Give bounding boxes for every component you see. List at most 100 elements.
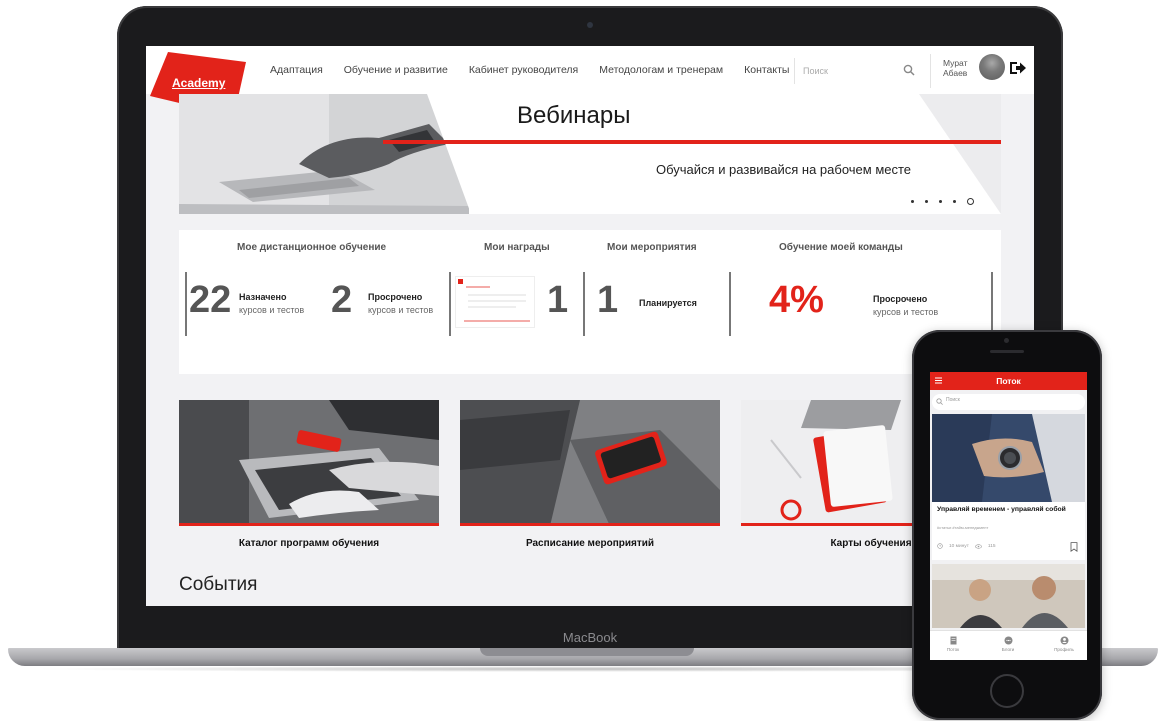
- user-first-name: Мурат: [943, 58, 968, 68]
- chat-icon: [1004, 636, 1012, 645]
- carousel-dot-5-active[interactable]: [967, 198, 974, 205]
- avatar[interactable]: [979, 54, 1005, 80]
- nav-item-contacts[interactable]: Контакты: [744, 64, 789, 76]
- certificate-thumbnail[interactable]: [455, 276, 535, 328]
- phone-search-field[interactable]: Поиск: [932, 394, 1085, 410]
- carousel-dots: [911, 198, 974, 205]
- awards-count[interactable]: 1: [547, 280, 568, 320]
- hero-subtitle: Обучайся и развивайся на рабочем месте: [656, 162, 912, 177]
- tile-catalog-caption[interactable]: Каталог программ обучения: [179, 538, 439, 549]
- nav-item-learning[interactable]: Обучение и развитие: [344, 64, 448, 76]
- feed-card-duration: 10 минут: [949, 543, 969, 549]
- tile-catalog[interactable]: [179, 400, 439, 526]
- phone-home-button[interactable]: [990, 674, 1024, 708]
- hero-accent-line: [383, 140, 1001, 144]
- divider: [729, 272, 731, 336]
- search-input[interactable]: [803, 62, 895, 80]
- assigned-sub: курсов и тестов: [239, 305, 305, 315]
- phone-feed-card[interactable]: Управляй временем - управляй собой #стат…: [932, 414, 1085, 560]
- carousel-dot-4[interactable]: [953, 200, 956, 203]
- overdue-label: Просрочено: [368, 292, 423, 302]
- catalog-photo: [179, 400, 439, 526]
- feed-card-image: [932, 414, 1085, 502]
- phone-tab-profile[interactable]: Профиль: [1044, 636, 1084, 652]
- events-section-title: События: [179, 574, 258, 595]
- certificate-icon: [458, 279, 530, 322]
- phone-tab-bar: Поток Блоги Профиль: [930, 630, 1087, 660]
- tile-schedule[interactable]: [460, 400, 720, 526]
- carousel-dot-3[interactable]: [939, 200, 942, 203]
- phone-camera: [1004, 338, 1009, 343]
- phone-tab-feed-label: Поток: [946, 647, 960, 652]
- phone-app-header: Поток: [930, 372, 1087, 390]
- bookmark-icon[interactable]: [1070, 542, 1078, 552]
- feed-card-meta: 10 минут 115: [937, 543, 996, 549]
- hero-photo-cut: [427, 94, 471, 214]
- eye-icon: [975, 543, 982, 549]
- events-heading[interactable]: Мои мероприятия: [607, 242, 697, 253]
- nav-item-methodologists[interactable]: Методологам и тренерам: [599, 64, 723, 76]
- nav-item-adaptation[interactable]: Адаптация: [270, 64, 323, 76]
- team-overdue-label: Просрочено: [873, 294, 928, 304]
- main-menu: Адаптация Обучение и развитие Кабинет ру…: [270, 64, 810, 76]
- top-navigation: Academy Адаптация Обучение и развитие Ка…: [146, 46, 1034, 116]
- awards-heading[interactable]: Мои награды: [484, 242, 550, 253]
- phone-feed-card-2[interactable]: [932, 564, 1085, 628]
- tile-schedule-caption[interactable]: Расписание мероприятий: [460, 538, 720, 549]
- clock-icon: [937, 543, 943, 549]
- nav-item-manager-cabinet[interactable]: Кабинет руководителя: [469, 64, 578, 76]
- phone-app-title: Поток: [996, 376, 1021, 386]
- logo-text: Academy: [172, 76, 226, 90]
- user-name[interactable]: Мурат Абаев: [943, 58, 977, 78]
- hero-title: Вебинары: [517, 102, 631, 129]
- tile-accent-bar: [179, 523, 439, 526]
- laptop-notch: [480, 648, 694, 656]
- feed-card-views: 115: [987, 543, 996, 549]
- search-icon[interactable]: [903, 64, 915, 76]
- logout-icon[interactable]: [1009, 60, 1027, 76]
- search-box: [794, 58, 918, 84]
- feed-card-tags: #статьи #тайм-менеджмент: [937, 525, 989, 530]
- overdue-count[interactable]: 2: [331, 280, 352, 320]
- phone-speaker: [990, 350, 1024, 353]
- user-last-name: Абаев: [943, 68, 968, 78]
- events-planned-label: Планируется: [639, 298, 697, 308]
- divider: [449, 272, 451, 336]
- assigned-count[interactable]: 22: [189, 280, 231, 320]
- phone-tab-blogs[interactable]: Блоги: [988, 636, 1028, 652]
- tile-accent-bar: [460, 523, 720, 526]
- carousel-dot-1[interactable]: [911, 200, 914, 203]
- schedule-photo: [460, 400, 720, 526]
- user-block: Мурат Абаев: [930, 54, 1034, 88]
- phone-tab-blogs-label: Блоги: [1001, 647, 1015, 652]
- phone-search-placeholder: Поиск: [946, 397, 960, 403]
- carousel-dot-2[interactable]: [925, 200, 928, 203]
- phone-tab-feed[interactable]: Поток: [933, 636, 973, 652]
- phone-device: Поток Поиск Управляй временем - управляй…: [912, 330, 1102, 720]
- team-overdue-percent[interactable]: 4%: [769, 280, 824, 320]
- distance-learning-heading[interactable]: Мое дистанционное обучение: [237, 242, 386, 253]
- team-learning-heading[interactable]: Обучение моей команды: [779, 242, 903, 253]
- divider: [991, 272, 993, 336]
- feed-card-2-photo: [932, 564, 1085, 628]
- assigned-label: Назначено: [239, 292, 287, 302]
- divider: [583, 272, 585, 336]
- feed-icon: [950, 636, 956, 645]
- events-count[interactable]: 1: [597, 280, 618, 320]
- feed-card-photo: [932, 414, 1085, 502]
- stats-panel: Мое дистанционное обучение Мои награды М…: [179, 230, 1001, 374]
- hero-decoration: [919, 94, 1001, 214]
- divider: [185, 272, 187, 336]
- phone-tab-profile-label: Профиль: [1054, 647, 1074, 652]
- team-overdue-sub: курсов и тестов: [873, 307, 939, 317]
- hero-photo-laptop-hands: [179, 94, 469, 214]
- phone-search-icon: [936, 398, 943, 405]
- hero-illustration: [179, 94, 469, 214]
- laptop-camera: [587, 22, 593, 28]
- hero-banner[interactable]: Вебинары Обучайся и развивайся на рабоче…: [179, 94, 1001, 214]
- profile-icon: [1060, 636, 1068, 645]
- phone-screen: Поток Поиск Управляй временем - управляй…: [930, 372, 1087, 660]
- feed-card-title: Управляй временем - управляй собой: [937, 506, 1066, 513]
- laptop-screen: Academy Адаптация Обучение и развитие Ка…: [146, 46, 1034, 606]
- overdue-sub: курсов и тестов: [368, 305, 434, 315]
